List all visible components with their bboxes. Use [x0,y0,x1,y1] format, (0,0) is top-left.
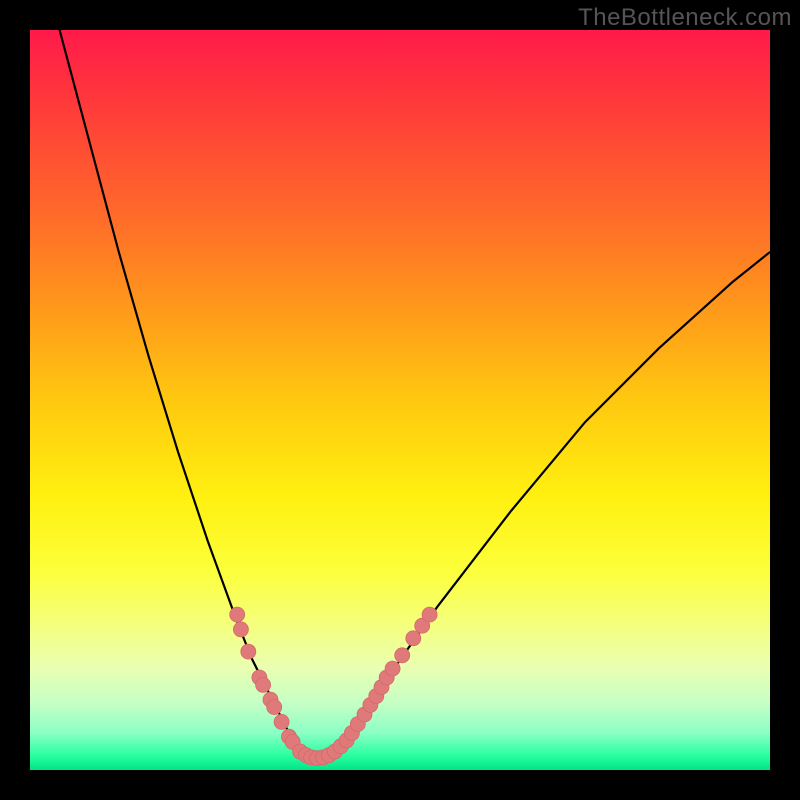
data-marker [233,622,248,637]
data-marker [385,661,400,676]
data-markers [230,607,437,766]
data-marker [241,644,256,659]
data-marker [230,607,245,622]
data-marker [256,677,271,692]
bottleneck-curve [60,30,770,759]
data-marker [406,631,421,646]
data-marker [395,648,410,663]
chart-svg [30,30,770,770]
plot-area [30,30,770,770]
data-marker [267,700,282,715]
watermark-text: TheBottleneck.com [578,4,792,32]
data-marker [422,607,437,622]
chart-container: TheBottleneck.com [0,0,800,800]
data-marker [274,714,289,729]
